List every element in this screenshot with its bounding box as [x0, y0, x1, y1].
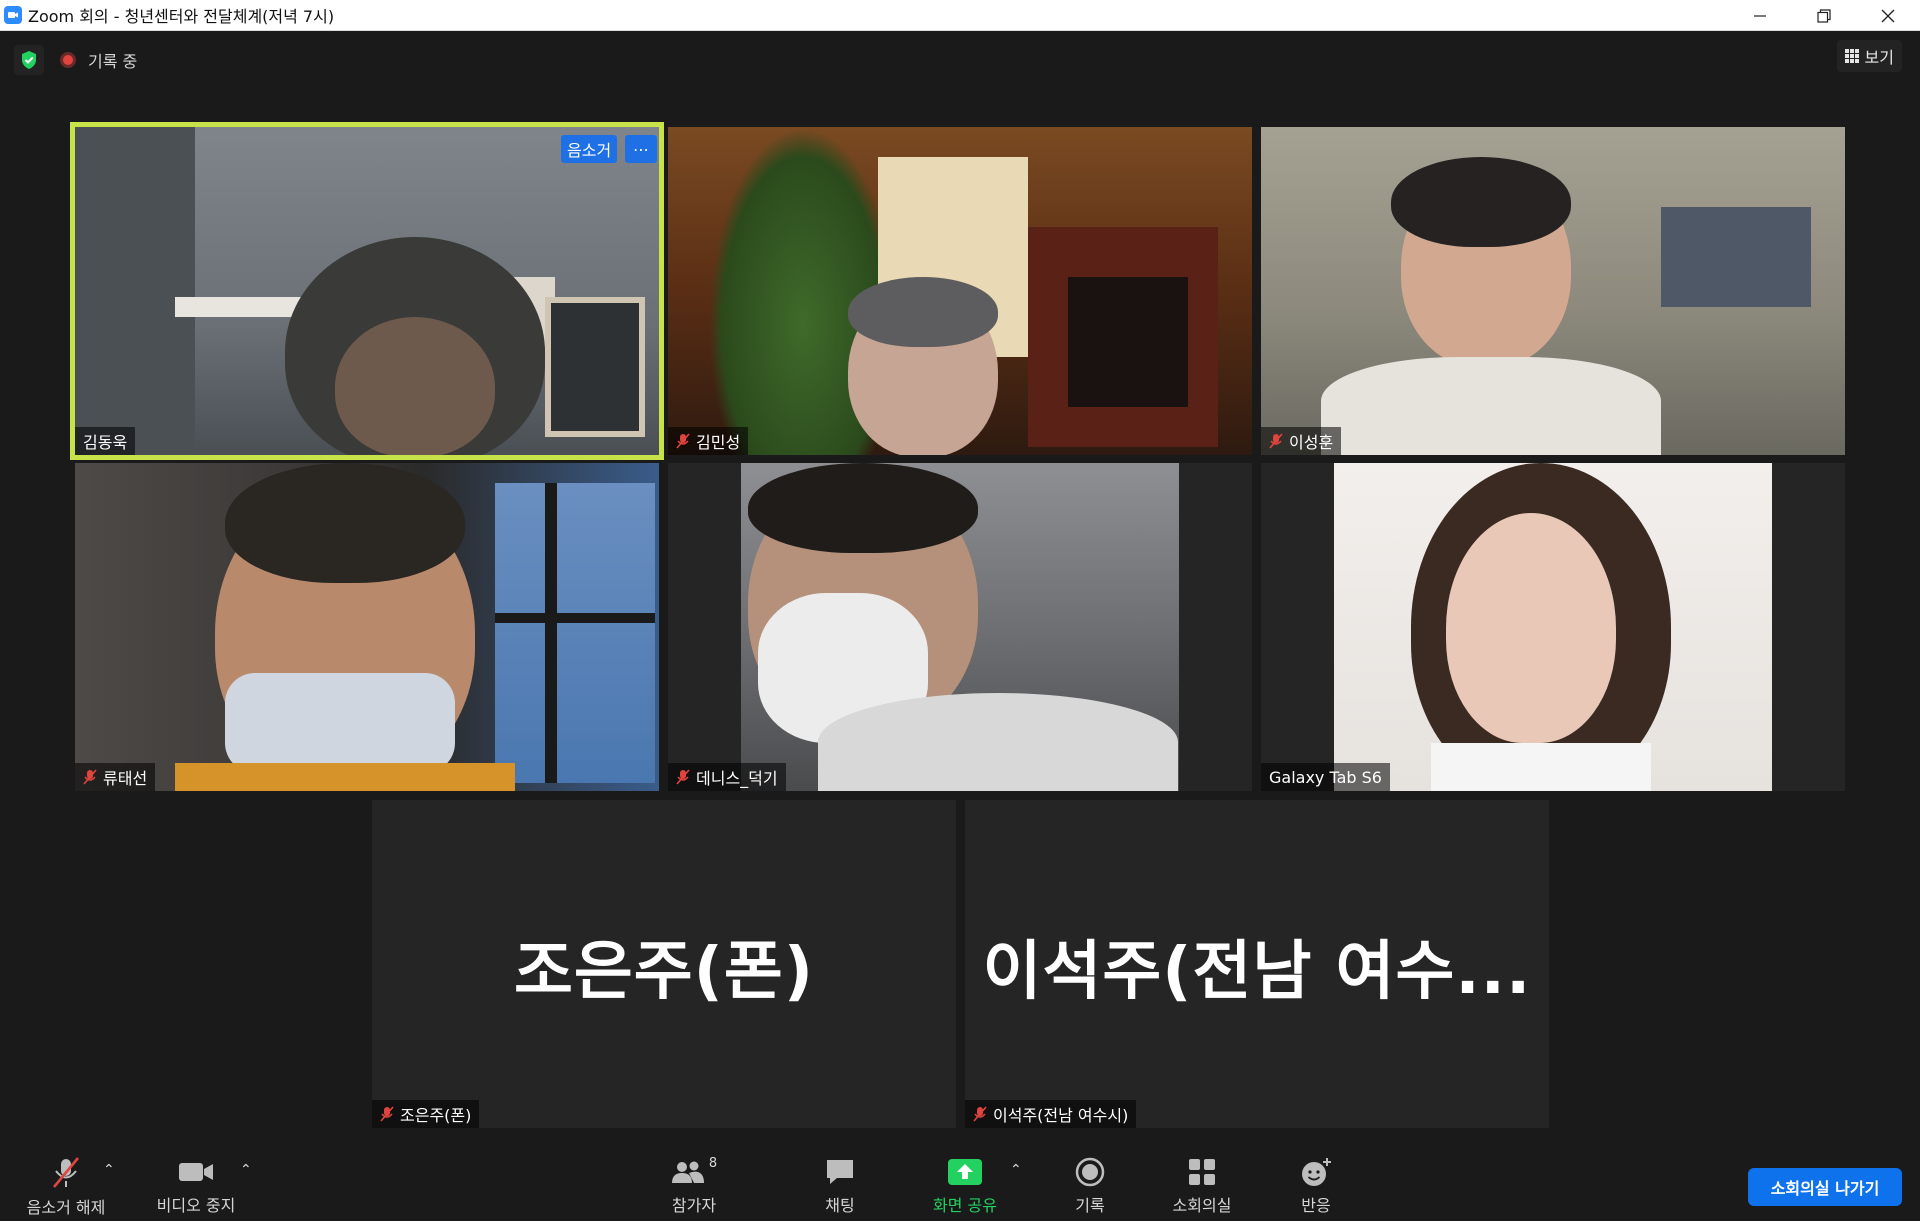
participant-name: 이성훈 — [1289, 433, 1334, 452]
video-tile-kim-minsung[interactable]: 김민성 — [668, 127, 1252, 455]
video-tile-lee-sunghoon[interactable]: 이성훈 — [1261, 127, 1845, 455]
chat-label: 채팅 — [825, 1196, 855, 1215]
recording-indicator[interactable]: 기록 중 — [60, 45, 137, 75]
mic-muted-icon — [83, 769, 97, 785]
reactions-emoji-icon — [1302, 1158, 1331, 1186]
reactions-label: 반응 — [1301, 1196, 1331, 1215]
mic-muted-icon — [1269, 433, 1283, 449]
close-icon — [1881, 9, 1895, 22]
video-camera-icon — [179, 1163, 213, 1181]
view-button[interactable]: 보기 — [1836, 40, 1902, 72]
share-screen-label: 화면 공유 — [933, 1196, 997, 1215]
participant-name-tag: Galaxy Tab S6 — [1261, 763, 1390, 791]
video-options-caret-icon[interactable]: ⌃ — [240, 1162, 252, 1178]
minimize-button[interactable] — [1728, 0, 1792, 31]
video-tile-dennis[interactable]: 데니스_덕기 — [668, 463, 1252, 791]
share-screen-button[interactable]: 화면 공유 — [920, 1156, 1010, 1216]
leave-breakout-room-label: 소회의실 나가기 — [1770, 1179, 1880, 1198]
participant-name: 이석주(전남 여수시) — [993, 1106, 1129, 1125]
participant-name-tag: 이석주(전남 여수시) — [965, 1100, 1137, 1128]
chat-bubble-icon — [827, 1160, 853, 1184]
view-label: 보기 — [1864, 48, 1894, 67]
mute-participant-label: 음소거 — [567, 141, 612, 160]
record-icon — [1075, 1157, 1105, 1187]
record-button[interactable]: 기록 — [1050, 1156, 1130, 1216]
participant-name: 김민성 — [696, 433, 741, 452]
mic-muted-icon — [52, 1157, 80, 1188]
audio-options-caret-icon[interactable]: ⌃ — [103, 1162, 115, 1178]
more-options-button[interactable]: ⋯ — [625, 135, 657, 163]
participants-icon — [671, 1161, 704, 1183]
participant-name-tag: 데니스_덕기 — [668, 763, 786, 791]
video-tile-lee-seokju[interactable]: 이석주(전남 여수... 이석주(전남 여수시) — [965, 800, 1549, 1128]
breakout-rooms-button[interactable]: 소회의실 — [1162, 1156, 1242, 1216]
share-screen-arrow-icon — [948, 1159, 982, 1185]
restore-icon — [1817, 8, 1831, 23]
shield-check-icon — [22, 51, 36, 69]
participants-label: 참가자 — [671, 1196, 717, 1215]
participant-name-tag: 김동욱 — [75, 427, 136, 455]
more-icon: ⋯ — [633, 139, 649, 159]
unmute-button[interactable]: 음소거 해제 — [18, 1156, 114, 1217]
participant-name-tag: 김민성 — [668, 427, 749, 455]
window-titlebar: Zoom 회의 - 청년센터와 전달체계(저녁 7시) — [0, 0, 1920, 31]
participant-display-name: 이석주(전남 여수... — [982, 935, 1532, 1009]
reactions-button[interactable]: 반응 — [1276, 1156, 1356, 1216]
breakout-rooms-label: 소회의실 — [1172, 1196, 1232, 1215]
recording-dot-icon — [60, 52, 76, 68]
mic-muted-icon — [676, 769, 690, 785]
video-tile-galaxy-tab[interactable]: Galaxy Tab S6 — [1261, 463, 1845, 791]
window-title: Zoom 회의 - 청년센터와 전달체계(저녁 7시) — [28, 7, 335, 26]
participant-name-tag: 조은주(폰) — [372, 1100, 480, 1128]
participant-name: 조은주(폰) — [400, 1106, 472, 1125]
video-tile-jo-eunju[interactable]: 조은주(폰) 조은주(폰) — [372, 800, 956, 1128]
video-tile-ryu-taesun[interactable]: 류태선 — [75, 463, 659, 791]
participants-count: 8 — [708, 1156, 718, 1171]
participant-name: 데니스_덕기 — [696, 769, 778, 788]
participant-name: 류태선 — [103, 769, 148, 788]
participant-display-name: 조은주(폰) — [513, 935, 815, 1009]
participant-name-tag: 류태선 — [75, 763, 156, 791]
meeting-toolbar: 음소거 해제 ⌃ 비디오 중지 ⌃ 8 참가자 채팅 화면 공유 ⌃ 기록 소회… — [0, 1148, 1920, 1221]
mic-muted-icon — [676, 433, 690, 449]
recording-label: 기록 중 — [88, 52, 138, 71]
zoom-app-icon — [4, 6, 22, 24]
mute-participant-button[interactable]: 음소거 — [561, 135, 618, 163]
unmute-label: 음소거 해제 — [26, 1198, 106, 1217]
restore-button[interactable] — [1792, 0, 1856, 31]
leave-breakout-room-button[interactable]: 소회의실 나가기 — [1748, 1168, 1902, 1206]
meeting-topbar: 기록 중 보기 — [0, 31, 1920, 89]
participant-name: 김동욱 — [83, 433, 128, 452]
stop-video-label: 비디오 중지 — [156, 1196, 236, 1215]
share-options-caret-icon[interactable]: ⌃ — [1010, 1162, 1022, 1178]
participant-name-tag: 이성훈 — [1261, 427, 1342, 455]
participant-name: Galaxy Tab S6 — [1269, 767, 1382, 787]
grid-icon — [1844, 49, 1859, 63]
close-button[interactable] — [1856, 0, 1920, 31]
mic-muted-icon — [973, 1106, 987, 1122]
participants-button[interactable]: 8 참가자 — [654, 1156, 734, 1216]
chat-button[interactable]: 채팅 — [800, 1156, 880, 1216]
video-tile-kim-dongwook[interactable]: 음소거 ⋯ 김동욱 — [75, 127, 659, 455]
minimize-icon — [1754, 14, 1766, 17]
record-label: 기록 — [1075, 1196, 1105, 1215]
breakout-rooms-icon — [1189, 1159, 1215, 1185]
mic-muted-icon — [380, 1106, 394, 1122]
stop-video-button[interactable]: 비디오 중지 — [148, 1156, 244, 1216]
security-shield-button[interactable] — [14, 45, 44, 75]
